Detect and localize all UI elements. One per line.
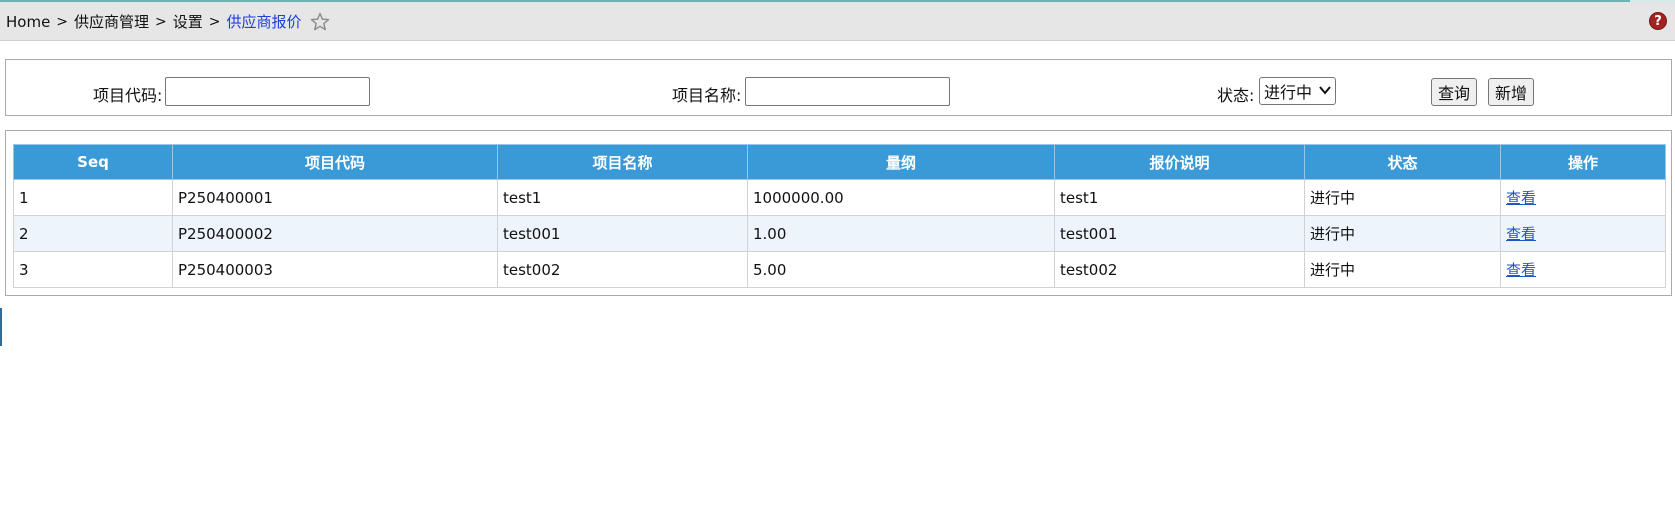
cell-status: 进行中 — [1304, 179, 1501, 216]
breadcrumb-separator: > — [208, 13, 221, 30]
project-code-label: 项目代码: — [93, 86, 163, 105]
cell-project-name: test1 — [497, 179, 748, 216]
view-link[interactable]: 查看 — [1506, 189, 1536, 207]
star-outline-icon[interactable] — [310, 12, 330, 32]
column-header-project-code[interactable]: 项目代码 — [172, 144, 498, 180]
breadcrumb-settings[interactable]: 设置 — [173, 11, 203, 32]
table-header-row: Seq 项目代码 项目名称 量纲 报价说明 状态 操作 — [13, 144, 1666, 180]
cell-project-name: test002 — [497, 251, 748, 288]
add-button[interactable]: 新增 — [1488, 78, 1535, 106]
breadcrumb-separator: > — [56, 13, 69, 30]
column-header-dimension[interactable]: 量纲 — [747, 144, 1055, 180]
cell-actions: 查看 — [1500, 179, 1666, 216]
column-header-status[interactable]: 状态 — [1304, 144, 1501, 180]
cell-dimension: 1000000.00 — [747, 179, 1055, 216]
cell-project-code: P250400002 — [172, 215, 498, 252]
table-row: 2 P250400002 test001 1.00 test001 进行中 查看 — [13, 215, 1666, 252]
cell-quote-description: test1 — [1054, 179, 1305, 216]
chevron-down-icon — [1319, 84, 1331, 98]
help-icon[interactable]: ? — [1649, 12, 1667, 30]
table-row: 1 P250400001 test1 1000000.00 test1 进行中 … — [13, 179, 1666, 216]
status-select[interactable]: 进行中 — [1259, 77, 1336, 105]
cell-status: 进行中 — [1304, 251, 1501, 288]
breadcrumb-supplier-management[interactable]: 供应商管理 — [74, 11, 149, 32]
column-header-project-name[interactable]: 项目名称 — [497, 144, 748, 180]
breadcrumb-current: 供应商报价 — [226, 13, 302, 31]
view-link[interactable]: 查看 — [1506, 261, 1536, 279]
breadcrumb-home[interactable]: Home — [6, 13, 50, 31]
results-panel: Seq 项目代码 项目名称 量纲 报价说明 状态 操作 1 P250400001… — [5, 130, 1672, 296]
column-header-quote-description[interactable]: 报价说明 — [1054, 144, 1305, 180]
cell-dimension: 5.00 — [747, 251, 1055, 288]
cell-project-code: P250400001 — [172, 179, 498, 216]
cell-seq: 3 — [13, 251, 173, 288]
left-edge-marker — [0, 308, 2, 346]
search-button[interactable]: 查询 — [1431, 78, 1478, 106]
table-row: 3 P250400003 test002 5.00 test002 进行中 查看 — [13, 251, 1666, 288]
status-select-value: 进行中 — [1264, 83, 1313, 102]
view-link[interactable]: 查看 — [1506, 225, 1536, 243]
cell-project-code: P250400003 — [172, 251, 498, 288]
breadcrumb: Home > 供应商管理 > 设置 > 供应商报价 ? — [0, 3, 1675, 41]
quote-table: Seq 项目代码 项目名称 量纲 报价说明 状态 操作 1 P250400001… — [13, 144, 1666, 288]
cell-project-name: test001 — [497, 215, 748, 252]
cell-seq: 1 — [13, 179, 173, 216]
column-header-actions: 操作 — [1500, 144, 1666, 180]
cell-status: 进行中 — [1304, 215, 1501, 252]
project-name-label: 项目名称: — [672, 86, 742, 105]
filter-panel: 项目代码: 项目名称: 状态: 进行中 查询 新增 — [5, 59, 1672, 116]
cell-actions: 查看 — [1500, 251, 1666, 288]
cell-quote-description: test002 — [1054, 251, 1305, 288]
project-name-input[interactable] — [745, 77, 950, 106]
column-header-seq[interactable]: Seq — [13, 144, 173, 180]
status-label: 状态: — [1217, 86, 1255, 105]
cell-quote-description: test001 — [1054, 215, 1305, 252]
breadcrumb-separator: > — [155, 13, 167, 30]
cell-dimension: 1.00 — [747, 215, 1055, 252]
project-code-input[interactable] — [165, 77, 370, 106]
cell-actions: 查看 — [1500, 215, 1666, 252]
cell-seq: 2 — [13, 215, 173, 252]
